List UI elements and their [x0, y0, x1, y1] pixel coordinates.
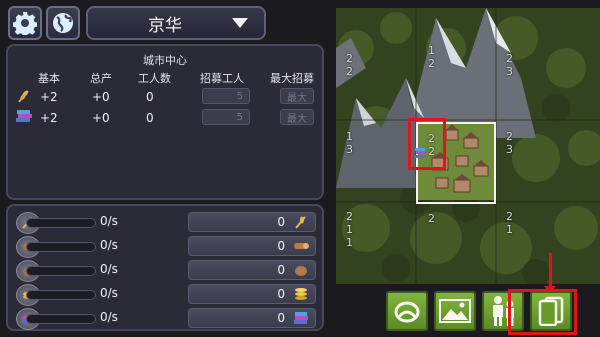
annotation-highlight-box — [508, 289, 577, 335]
wood-icon — [294, 243, 309, 249]
tile-yield: 2 — [428, 212, 435, 225]
city-select-dropdown[interactable]: 京华 — [86, 6, 266, 40]
max-label: 最大 — [287, 92, 307, 104]
globe-button[interactable] — [46, 6, 80, 40]
ring-icon — [394, 301, 420, 323]
resource-stock: 0 — [188, 284, 316, 304]
landscape-icon — [439, 299, 471, 323]
worker-count: 0 — [146, 111, 154, 125]
recruit-workers-input[interactable]: 5 — [202, 88, 250, 104]
wheat-icon — [18, 90, 29, 103]
landscape-button[interactable] — [434, 291, 476, 331]
column-header-recruit: 招募工人 — [200, 72, 244, 85]
resource-rate: 0/s — [100, 214, 118, 228]
column-header-total: 总产 — [90, 72, 112, 85]
annotation-arrow — [549, 253, 552, 289]
resource-progress-bar — [26, 266, 96, 276]
column-header-max-recruit: 最大招募 — [270, 72, 314, 85]
resource-progress-bar — [26, 242, 96, 252]
tile-yield: 211 — [346, 210, 353, 249]
resource-progress-bar — [26, 290, 96, 300]
game-screen: 京华 城市中心 基本 总产 工人数 招募工人 最大招募 +2 +0 0 5 最大 — [0, 0, 600, 337]
total-output: +0 — [92, 90, 110, 104]
tile-yield: 13 — [346, 130, 353, 156]
chevron-down-icon — [232, 18, 248, 28]
max-recruit-button[interactable]: 最大 — [280, 88, 314, 104]
wheat-icon — [295, 216, 306, 229]
stone-icon — [295, 266, 307, 276]
recruit-workers-input[interactable]: 5 — [202, 109, 250, 125]
resource-stock: 0 — [188, 236, 316, 256]
resource-rate: 0/s — [100, 238, 118, 252]
tile-yield: 22 — [346, 52, 353, 78]
max-label: 最大 — [287, 113, 307, 125]
recruit-value: 5 — [236, 90, 243, 102]
resource-rate: 0/s — [100, 310, 118, 324]
resource-progress-bar — [26, 218, 96, 228]
resource-stock: 0 — [188, 260, 316, 280]
highlighted-yield-box — [408, 118, 446, 170]
tile-yield: 21 — [506, 210, 513, 236]
city-name: 京华 — [148, 15, 182, 36]
resource-stock: 0 — [188, 308, 316, 328]
base-output: +2 — [40, 90, 58, 104]
books-icon — [294, 312, 308, 324]
resource-stock: 0 — [188, 212, 316, 232]
books-icon — [415, 148, 427, 158]
resources-panel: 0/s 0 0/s 0 0/s 0 0/s 0 0/s 0 — [6, 204, 324, 331]
books-icon — [16, 110, 32, 122]
column-header-workers: 工人数 — [138, 72, 171, 85]
gear-icon — [13, 12, 37, 35]
world-map[interactable]: 22 12 23 13 22 23 211 2 21 — [336, 8, 600, 284]
city-center-panel: 城市中心 基本 总产 工人数 招募工人 最大招募 +2 +0 0 5 最大 +2… — [6, 44, 324, 200]
tile-yield: 23 — [506, 130, 513, 156]
stock-value: 0 — [277, 287, 285, 301]
recruit-value: 5 — [236, 111, 243, 123]
resource-rate: 0/s — [100, 286, 118, 300]
total-output: +0 — [92, 111, 110, 125]
resource-progress-bar — [26, 314, 96, 324]
tile-yield: 12 — [428, 44, 435, 70]
stock-value: 0 — [277, 215, 285, 229]
panel-title: 城市中心 — [143, 54, 187, 67]
base-output: +2 — [40, 111, 58, 125]
max-recruit-button[interactable]: 最大 — [280, 109, 314, 125]
settings-button[interactable] — [8, 6, 42, 40]
stock-value: 0 — [277, 239, 285, 253]
resource-rate: 0/s — [100, 262, 118, 276]
tile-yield: 23 — [506, 52, 513, 78]
stock-value: 0 — [277, 263, 285, 277]
gold-icon — [295, 288, 307, 300]
stock-value: 0 — [277, 311, 285, 325]
worker-count: 0 — [146, 90, 154, 104]
column-header-base: 基本 — [38, 72, 60, 85]
globe-icon — [53, 13, 73, 33]
ring-button[interactable] — [386, 291, 428, 331]
